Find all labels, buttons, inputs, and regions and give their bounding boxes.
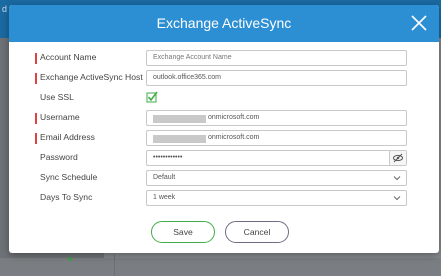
sync-schedule-select[interactable]: Default — [146, 170, 407, 186]
background-status-dot — [68, 257, 72, 261]
use-ssl-checkbox[interactable] — [146, 90, 158, 104]
close-icon — [411, 15, 427, 31]
days-to-sync-label: Days To Sync — [40, 192, 93, 202]
background-header-text: d — [2, 4, 8, 14]
host-input[interactable]: outlook.office365.com — [146, 70, 407, 86]
save-button[interactable]: Save — [151, 221, 215, 243]
show-password-button[interactable] — [389, 151, 406, 165]
use-ssl-row: Use SSL — [9, 90, 439, 108]
email-domain: onmicrosoft.com — [208, 134, 260, 141]
days-to-sync-value: 1 week — [153, 194, 176, 201]
chevron-down-icon — [393, 176, 401, 181]
sync-schedule-value: Default — [153, 174, 176, 181]
sync-schedule-row: Sync Schedule Default — [9, 170, 439, 188]
password-value: •••••••••••• — [153, 154, 183, 161]
email-label: Email Address — [40, 132, 95, 142]
account-name-row: Account Name Exchange Account Name — [9, 50, 439, 68]
account-name-label: Account Name — [40, 52, 97, 62]
email-input[interactable]: onmicrosoft.com — [146, 130, 407, 146]
password-label: Password — [40, 152, 78, 162]
dialog-title: Exchange ActiveSync — [156, 15, 292, 31]
use-ssl-label: Use SSL — [40, 92, 74, 102]
host-value: outlook.office365.com — [153, 74, 221, 81]
days-to-sync-row: Days To Sync 1 week — [9, 190, 439, 208]
eye-slash-icon — [393, 153, 403, 163]
required-marker — [35, 73, 37, 84]
background-divider — [114, 255, 115, 276]
password-row: Password •••••••••••• — [9, 150, 439, 168]
redacted-text — [153, 135, 206, 143]
host-label: Exchange ActiveSync Host — [40, 72, 143, 82]
days-to-sync-select[interactable]: 1 week — [146, 190, 407, 206]
background-footer-strip — [0, 258, 441, 276]
exchange-activesync-dialog: Exchange ActiveSync Account Name Exchang… — [9, 5, 439, 253]
required-marker — [35, 113, 37, 124]
redacted-text — [153, 115, 206, 123]
dialog-header: Exchange ActiveSync — [9, 5, 439, 42]
cancel-button[interactable]: Cancel — [225, 221, 289, 243]
host-row: Exchange ActiveSync Host outlook.office3… — [9, 70, 439, 88]
password-input[interactable]: •••••••••••• — [146, 150, 407, 166]
username-input[interactable]: onmicrosoft.com — [146, 110, 407, 126]
username-label: Username — [40, 112, 80, 122]
account-name-placeholder: Exchange Account Name — [153, 54, 232, 61]
required-marker — [35, 53, 37, 64]
username-row: Username onmicrosoft.com — [9, 110, 439, 128]
sync-schedule-label: Sync Schedule — [40, 172, 98, 182]
checkmark-icon — [146, 91, 158, 103]
chevron-down-icon — [393, 196, 401, 201]
close-button[interactable] — [409, 13, 429, 33]
account-name-input[interactable]: Exchange Account Name — [146, 50, 407, 66]
email-row: Email Address onmicrosoft.com — [9, 130, 439, 148]
required-marker — [35, 133, 37, 144]
username-domain: onmicrosoft.com — [208, 114, 260, 121]
